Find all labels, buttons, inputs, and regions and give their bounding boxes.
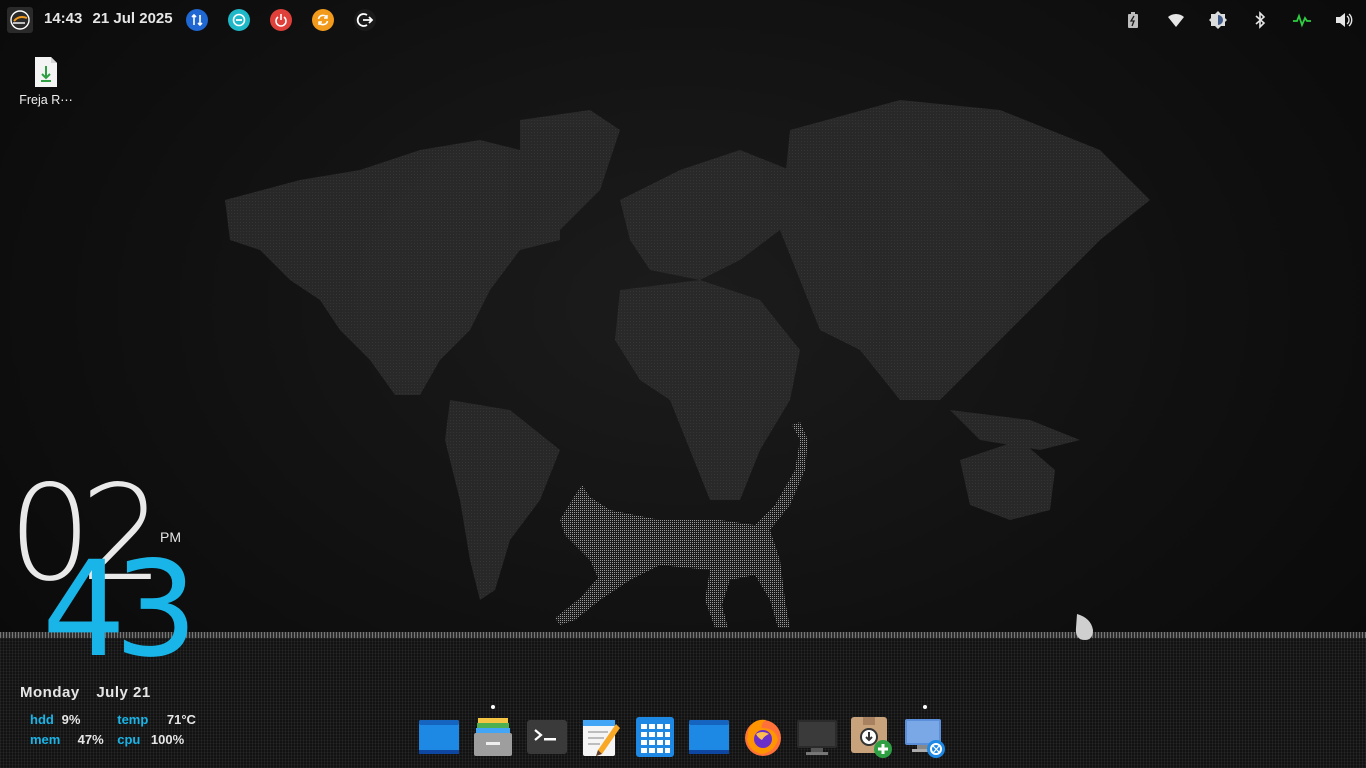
temp-value: 71°C [166,712,196,727]
power-icon[interactable] [270,9,292,31]
system-monitor-icon[interactable] [1292,10,1312,30]
desktop-file-label: Freja R⋯ [19,93,73,107]
dock-blue-window-2-icon [689,720,729,754]
desktop-file-freja[interactable]: Freja R⋯ [12,56,80,107]
dock-calculator-icon [636,717,674,757]
dock-item-firefox[interactable] [740,714,786,760]
panel-date: 21 Jul 2025 [92,10,173,27]
clock-day: Monday [20,684,80,701]
wallpaper-ground-line [0,632,1366,638]
clock-minutes: 43 [42,533,198,687]
stats-row-2: mem 47% cpu 100% [30,730,196,750]
cpu-value: 100% [150,732,185,747]
network-transfer-icon[interactable] [186,9,208,31]
volume-icon[interactable] [1334,10,1354,30]
top-panel: 14:43 21 Jul 2025 [0,0,1366,40]
stats-row-1: hdd 9% temp 71°C [30,710,196,730]
dock-firefox-icon [745,719,781,756]
clock-date: July 21 [96,684,151,701]
dock-item-text-editor[interactable] [578,714,624,760]
dock-running-indicator [923,705,927,709]
mem-label: mem [30,732,61,747]
endeavour-logo-icon[interactable] [7,7,33,33]
mem-value: 47% [77,732,104,747]
dock-terminal-icon [527,720,567,754]
bluetooth-icon[interactable] [1250,10,1270,30]
dock-item-screenshot[interactable] [902,705,948,760]
dock-item-terminal[interactable] [524,714,570,760]
mouse-cursor-icon [1075,614,1093,640]
logout-icon[interactable] [354,9,376,31]
dock-screenshot-icon [905,719,945,758]
wifi-icon[interactable] [1166,10,1186,30]
do-not-disturb-icon[interactable] [228,9,250,31]
dock-item-calculator[interactable] [632,714,678,760]
battery-icon[interactable] [1123,10,1143,30]
dock-display-icon [797,720,837,755]
dock-item-display[interactable] [794,714,840,760]
panel-clock[interactable]: 14:43 21 Jul 2025 [44,10,179,27]
hdd-label: hdd [30,712,54,727]
dock-item-blue-window-2[interactable] [686,714,732,760]
desktop[interactable]: 14:43 21 Jul 2025 Freja R⋯ 02 PM 43 Mond… [0,0,1366,768]
brightness-icon[interactable] [1208,10,1228,30]
system-stats: hdd 9% temp 71°C mem 47% cpu 100% [30,710,196,750]
dock-item-package-installer[interactable] [848,714,894,760]
dock-item-file-manager[interactable] [470,705,516,760]
update-icon[interactable] [312,9,334,31]
dock-text-editor-icon [583,720,620,756]
download-file-icon [35,57,57,87]
dock-item-blue-window[interactable] [416,714,462,760]
temp-label: temp [117,712,149,727]
cpu-label: cpu [117,732,141,747]
hdd-value: 9% [61,712,81,727]
dock [416,705,956,762]
dock-blue-window-icon [419,720,459,754]
clock-day-date: Monday July 21 [20,684,151,701]
dock-running-indicator [491,705,495,709]
cat-silhouette [555,422,808,628]
dock-package-installer-icon [851,717,892,758]
panel-time: 14:43 [44,10,83,27]
dock-file-manager-icon [474,718,512,756]
